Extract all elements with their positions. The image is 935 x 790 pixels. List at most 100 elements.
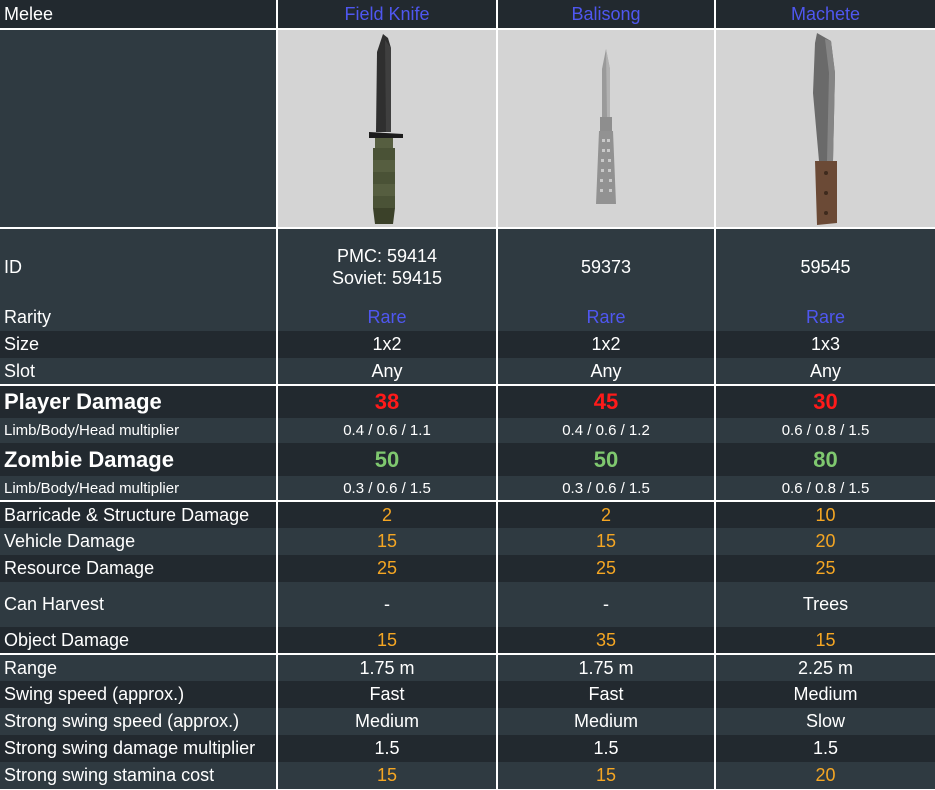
player-damage-value: 45 — [496, 384, 715, 418]
rarity-value[interactable]: Rare — [496, 304, 715, 331]
zombie-damage-value: 50 — [496, 443, 715, 476]
row-player-multiplier: Limb/Body/Head multiplier 0.4 / 0.6 / 1.… — [0, 418, 935, 443]
row-value: 59373 — [496, 228, 715, 304]
row-value: Any — [714, 358, 935, 385]
row-value: Fast — [496, 681, 715, 708]
row-slot: Slot Any Any Any — [0, 358, 935, 385]
row-value: 1.75 m — [276, 653, 497, 681]
row-value: 25 — [714, 555, 935, 582]
row-value: 1x2 — [276, 331, 497, 358]
row-strong-swing-multiplier: Strong swing damage multiplier 1.5 1.5 1… — [0, 735, 935, 762]
row-value: Fast — [276, 681, 497, 708]
row-value: Medium — [496, 708, 715, 735]
row-value: Any — [276, 358, 497, 385]
id-line: PMC: 59414 — [336, 245, 438, 266]
row-value: 1.75 m — [496, 653, 715, 681]
row-label: Size — [0, 331, 277, 358]
rarity-value[interactable]: Rare — [714, 304, 935, 331]
row-label: Swing speed (approx.) — [0, 681, 277, 708]
row-label: Strong swing damage multiplier — [0, 735, 277, 762]
item-name-field-knife[interactable]: Field Knife — [276, 0, 497, 30]
row-value: 15 — [276, 627, 497, 654]
row-label: Limb/Body/Head multiplier — [0, 476, 277, 501]
image-row-blank — [0, 29, 277, 229]
row-value: 25 — [496, 555, 715, 582]
row-value: PMC: 59414 Soviet: 59415 — [276, 228, 497, 304]
player-damage-value: 38 — [276, 384, 497, 418]
row-label: Resource Damage — [0, 555, 277, 582]
player-damage-value: 30 — [714, 384, 935, 418]
row-range: Range 1.75 m 1.75 m 2.25 m — [0, 653, 935, 681]
row-value: 20 — [714, 528, 935, 555]
row-value: 35 — [496, 627, 715, 654]
category-label: Melee — [0, 0, 277, 30]
row-size: Size 1x2 1x2 1x3 — [0, 331, 935, 358]
image-row — [0, 29, 935, 229]
zombie-damage-value: 80 — [714, 443, 935, 476]
row-value: 2 — [496, 500, 715, 528]
row-value: Medium — [276, 708, 497, 735]
row-value: 0.4 / 0.6 / 1.1 — [276, 418, 497, 443]
row-value: 15 — [276, 528, 497, 555]
row-value: 1.5 — [714, 735, 935, 762]
row-label: Zombie Damage — [0, 443, 277, 476]
row-label: Strong swing speed (approx.) — [0, 708, 277, 735]
row-label: Limb/Body/Head multiplier — [0, 418, 277, 443]
row-label: Range — [0, 653, 277, 681]
row-value: 20 — [714, 762, 935, 789]
row-player-damage: Player Damage 38 45 30 — [0, 384, 935, 418]
row-label: Object Damage — [0, 627, 277, 654]
row-object-damage: Object Damage 15 35 15 — [0, 627, 935, 654]
row-value: 59545 — [714, 228, 935, 304]
row-label: Strong swing stamina cost — [0, 762, 277, 789]
row-value: 1x2 — [496, 331, 715, 358]
row-value: 10 — [714, 500, 935, 528]
row-value: 0.6 / 0.8 / 1.5 — [714, 418, 935, 443]
row-value: Slow — [714, 708, 935, 735]
row-label: Slot — [0, 358, 277, 385]
row-value: Medium — [714, 681, 935, 708]
row-swing-speed: Swing speed (approx.) Fast Fast Medium — [0, 681, 935, 708]
row-value: 1x3 — [714, 331, 935, 358]
row-value: - — [496, 582, 715, 627]
row-label: Can Harvest — [0, 582, 277, 627]
row-value: 0.6 / 0.8 / 1.5 — [714, 476, 935, 501]
row-vehicle-damage: Vehicle Damage 15 15 20 — [0, 528, 935, 555]
row-value: 0.4 / 0.6 / 1.2 — [496, 418, 715, 443]
id-line: Soviet: 59415 — [331, 267, 443, 288]
item-name-balisong[interactable]: Balisong — [496, 0, 715, 30]
row-value: 0.3 / 0.6 / 1.5 — [496, 476, 715, 501]
row-value: 0.3 / 0.6 / 1.5 — [276, 476, 497, 501]
header-row: Melee Field Knife Balisong Machete — [0, 0, 935, 30]
row-value: 15 — [496, 762, 715, 789]
row-label: Vehicle Damage — [0, 528, 277, 555]
row-barricade-damage: Barricade & Structure Damage 2 2 10 — [0, 500, 935, 528]
row-value: Trees — [714, 582, 935, 627]
melee-comparison-table: Melee Field Knife Balisong Machete ID PM… — [0, 0, 935, 789]
row-label: Player Damage — [0, 384, 277, 418]
balisong-icon — [596, 48, 616, 204]
row-zombie-multiplier: Limb/Body/Head multiplier 0.3 / 0.6 / 1.… — [0, 476, 935, 501]
row-value: 15 — [496, 528, 715, 555]
row-label: Barricade & Structure Damage — [0, 500, 277, 528]
row-stamina-cost: Strong swing stamina cost 15 15 20 — [0, 762, 935, 789]
rarity-value[interactable]: Rare — [276, 304, 497, 331]
row-value: 1.5 — [496, 735, 715, 762]
row-label: Rarity — [0, 304, 277, 331]
item-name-machete[interactable]: Machete — [714, 0, 935, 30]
row-value: 25 — [276, 555, 497, 582]
row-strong-swing-speed: Strong swing speed (approx.) Medium Medi… — [0, 708, 935, 735]
row-value: 2 — [276, 500, 497, 528]
row-value: Any — [496, 358, 715, 385]
field-knife-image — [276, 29, 497, 229]
row-id: ID PMC: 59414 Soviet: 59415 59373 59545 — [0, 228, 935, 304]
machete-icon — [812, 32, 837, 225]
row-label: ID — [0, 228, 277, 304]
row-resource-damage: Resource Damage 25 25 25 — [0, 555, 935, 582]
row-zombie-damage: Zombie Damage 50 50 80 — [0, 443, 935, 476]
row-value: 15 — [276, 762, 497, 789]
zombie-damage-value: 50 — [276, 443, 497, 476]
field-knife-icon — [369, 33, 403, 224]
row-value: 15 — [714, 627, 935, 654]
row-value: 1.5 — [276, 735, 497, 762]
